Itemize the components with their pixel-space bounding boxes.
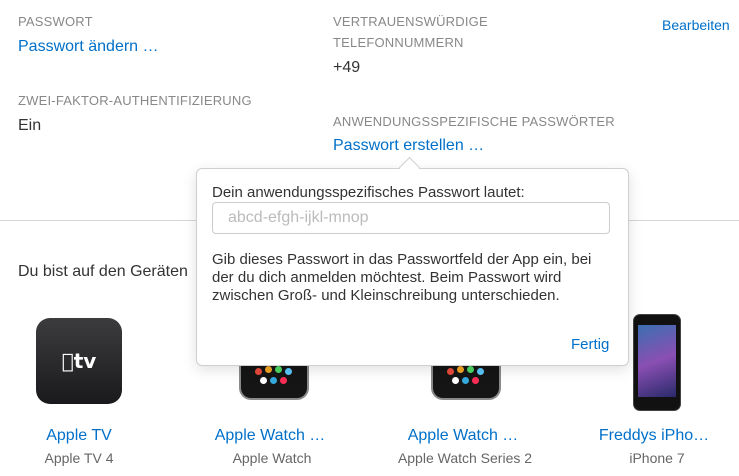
trusted-number-value: +49 xyxy=(333,59,361,76)
trusted-numbers-label-line1: VERTRAUENSWÜRDIGE xyxy=(333,14,488,29)
devices-intro: Du bist auf den Geräten xyxy=(18,263,188,280)
iphone-icon[interactable] xyxy=(633,314,681,411)
device-name-apple-watch[interactable]: Apple Watch … xyxy=(170,427,370,445)
iphone-screen xyxy=(638,325,676,397)
two-factor-label: ZWEI-FAKTOR-AUTHENTIFIZIERUNG xyxy=(18,93,252,108)
password-label: PASSWORT xyxy=(18,14,93,29)
trusted-numbers-label-line2: TELEFONNUMMERN xyxy=(333,35,464,50)
create-password-link[interactable]: Passwort erstellen … xyxy=(333,137,484,155)
device-name-apple-tv[interactable]: Apple TV xyxy=(0,427,179,445)
popover-hint-text: Gib dieses Passwort in das Passwortfeld … xyxy=(212,251,592,304)
apple-watch-series-2-icon[interactable] xyxy=(431,360,501,400)
apple-tv-icon[interactable]: tv xyxy=(36,318,122,404)
device-name-apple-watch-series-2[interactable]: Apple Watch … xyxy=(363,427,563,445)
apple-watch-icon[interactable] xyxy=(239,360,309,400)
device-model-apple-watch: Apple Watch xyxy=(232,450,312,466)
edit-button[interactable]: Bearbeiten xyxy=(662,17,730,33)
two-factor-value: Ein xyxy=(18,117,42,134)
change-password-link[interactable]: Passwort ändern … xyxy=(18,38,159,56)
device-model-iphone: iPhone 7 xyxy=(629,450,685,466)
device-name-iphone[interactable]: Freddys iPho… xyxy=(554,427,739,445)
device-model-apple-watch-series-2: Apple Watch Series 2 xyxy=(397,450,533,466)
app-passwords-label: ANWENDUNGSSPEZIFISCHE PASSWÖRTER xyxy=(333,114,615,129)
device-model-apple-tv: Apple TV 4 xyxy=(44,450,114,466)
generated-password-field[interactable]: abcd-efgh-ijkl-mnop xyxy=(212,202,610,234)
watch-app-dots xyxy=(255,366,295,386)
watch-app-dots xyxy=(447,366,487,386)
done-button[interactable]: Fertig xyxy=(571,336,609,353)
popover-title: Dein anwendungsspezifisches Passwort lau… xyxy=(212,184,525,201)
